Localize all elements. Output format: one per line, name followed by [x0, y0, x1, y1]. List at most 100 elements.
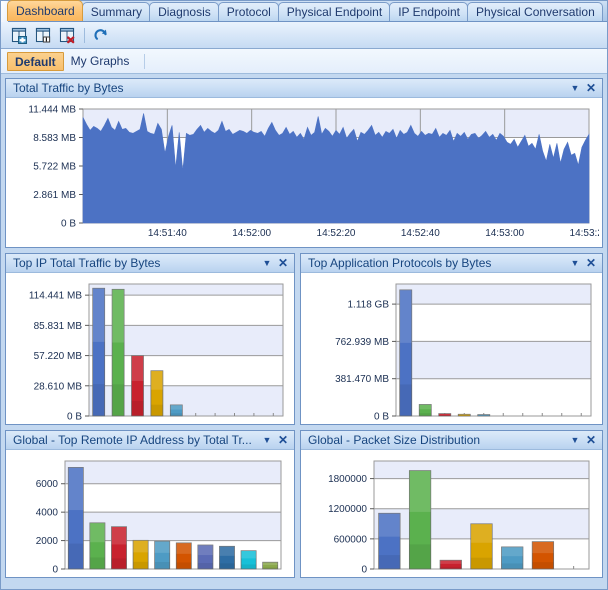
delete-graph-icon [59, 27, 74, 43]
tab-label: Protocol [226, 5, 271, 19]
svg-text:8.583 MB: 8.583 MB [33, 133, 76, 144]
tab-label: Physical Conversation [476, 5, 595, 19]
panel-total-traffic-by-bytes: Total Traffic by Bytes ▼ ✕ 11.444 MB 8.58… [5, 78, 603, 248]
svg-text:0 B: 0 B [374, 412, 389, 423]
subtab-default[interactable]: Default [7, 51, 64, 71]
chevron-down-icon[interactable]: ▼ [568, 256, 582, 270]
panel-title: Top IP Total Traffic by Bytes [13, 256, 161, 270]
svg-text:4000: 4000 [36, 508, 59, 519]
panel-body[interactable]: 11.444 MB 8.583 MB 5.722 MB 2.861 MB 0 B 14:5… [6, 98, 602, 247]
panel-top-application-protocols-by-bytes: Top Application Protocols by Bytes ▼ ✕ 1… [300, 253, 603, 425]
svg-text:1200000: 1200000 [328, 504, 367, 515]
chevron-down-icon[interactable]: ▼ [260, 256, 274, 270]
new-graph-button[interactable] [8, 24, 30, 46]
svg-text:762.939 MB: 762.939 MB [335, 337, 389, 348]
svg-text:114.441 MB: 114.441 MB [29, 291, 83, 302]
dashboard-row-1: Total Traffic by Bytes ▼ ✕ 11.444 MB 8.58… [5, 78, 603, 248]
panel-title: Total Traffic by Bytes [13, 81, 124, 95]
svg-text:6000: 6000 [36, 479, 59, 490]
main-tab-strip: Dashboard Summary Diagnosis Protocol Phy… [1, 0, 607, 22]
subtab-divider [144, 53, 146, 69]
svg-text:381.470 MB: 381.470 MB [335, 374, 389, 385]
dashboard-area: Total Traffic by Bytes ▼ ✕ 11.444 MB 8.58… [1, 74, 607, 589]
svg-text:28.610 MB: 28.610 MB [34, 381, 83, 392]
tab-protocol[interactable]: Protocol [217, 2, 279, 21]
svg-text:14:53:00: 14:53:00 [485, 228, 524, 239]
svg-text:14:52:20: 14:52:20 [317, 228, 356, 239]
panel-title: Global - Top Remote IP Address by Total … [13, 433, 252, 447]
tab-summary[interactable]: Summary [81, 2, 151, 21]
delete-graph-button[interactable] [56, 24, 78, 46]
panel-global-top-remote-ip-address: Global - Top Remote IP Address by Total … [5, 430, 295, 578]
panel-header: Top IP Total Traffic by Bytes ▼ ✕ [6, 254, 294, 273]
svg-text:0 B: 0 B [67, 412, 82, 423]
panel-body[interactable]: 114.441 MB 85.831 MB 57.220 MB 28.610 MB 0 B [6, 273, 294, 424]
chart-top-ip-total-traffic-by-bytes[interactable]: 114.441 MB 85.831 MB 57.220 MB 28.610 MB 0 B [9, 276, 291, 424]
tab-diagnosis[interactable]: Diagnosis [149, 2, 219, 21]
svg-text:57.220 MB: 57.220 MB [34, 351, 83, 362]
chart-global-packet-size-distribution[interactable]: 1800000 1200000 600000 0 [304, 453, 599, 577]
panel-header: Top Application Protocols by Bytes ▼ ✕ [301, 254, 602, 273]
tab-ip-endpoint[interactable]: IP Endpoint [389, 2, 469, 21]
chart-top-application-protocols-by-bytes[interactable]: 1.118 GB 762.939 MB 381.470 MB 0 B [304, 276, 599, 424]
panel-top-ip-total-traffic-by-bytes: Top IP Total Traffic by Bytes ▼ ✕ 114.44… [5, 253, 295, 425]
tab-label: Physical Endpoint [286, 5, 383, 19]
subtab-label: Default [15, 54, 56, 69]
svg-text:1800000: 1800000 [328, 474, 367, 485]
svg-text:0: 0 [361, 565, 367, 576]
graph-set-tabs: Default My Graphs [1, 49, 607, 74]
refresh-icon [93, 28, 107, 40]
close-icon[interactable]: ✕ [276, 433, 290, 447]
svg-text:600000: 600000 [334, 534, 368, 545]
panel-header: Global - Packet Size Distribution ▼ ✕ [301, 431, 602, 450]
tab-label: Dashboard [16, 4, 75, 18]
svg-text:14:52:00: 14:52:00 [232, 228, 271, 239]
svg-text:5.722 MB: 5.722 MB [33, 162, 76, 173]
tab-label: IP Endpoint [398, 5, 461, 19]
tab-label: Diagnosis [158, 5, 211, 19]
tab-label: Summary [90, 5, 143, 19]
new-graph-icon [11, 27, 27, 44]
dashboard-row-3: Global - Top Remote IP Address by Total … [5, 430, 603, 578]
application-window: Dashboard Summary Diagnosis Protocol Phy… [0, 0, 608, 590]
toolbar [1, 22, 607, 49]
svg-text:2.861 MB: 2.861 MB [33, 190, 76, 201]
chevron-down-icon[interactable]: ▼ [260, 433, 274, 447]
svg-text:14:52:40: 14:52:40 [401, 228, 440, 239]
panel-body[interactable]: 6000 4000 2000 0 [6, 450, 294, 577]
svg-text:14:53:20: 14:53:20 [570, 228, 599, 239]
chart-global-top-remote-ip-address[interactable]: 6000 4000 2000 0 [9, 453, 291, 577]
svg-text:14:51:40: 14:51:40 [148, 228, 187, 239]
svg-text:0 B: 0 B [61, 219, 76, 230]
panel-body[interactable]: 1.118 GB 762.939 MB 381.470 MB 0 B [301, 273, 602, 424]
chevron-down-icon[interactable]: ▼ [568, 81, 582, 95]
close-icon[interactable]: ✕ [584, 256, 598, 270]
refresh-button[interactable] [90, 24, 112, 46]
panel-header: Global - Top Remote IP Address by Total … [6, 431, 294, 450]
plus-badge [17, 35, 27, 44]
panel-header: Total Traffic by Bytes ▼ ✕ [6, 79, 602, 98]
close-icon[interactable]: ✕ [276, 256, 290, 270]
tab-physical-endpoint[interactable]: Physical Endpoint [277, 2, 391, 21]
chevron-down-icon[interactable]: ▼ [568, 433, 582, 447]
svg-text:11.444 MB: 11.444 MB [28, 105, 76, 116]
subtab-label: My Graphs [70, 53, 130, 68]
graph-properties-icon [35, 27, 50, 42]
panel-global-packet-size-distribution: Global - Packet Size Distribution ▼ ✕ 18… [300, 430, 603, 578]
panel-title: Top Application Protocols by Bytes [308, 256, 492, 270]
tab-physical-conversation[interactable]: Physical Conversation [467, 2, 603, 21]
toolbar-separator [84, 27, 85, 43]
svg-text:85.831 MB: 85.831 MB [34, 321, 83, 332]
svg-text:1.118 GB: 1.118 GB [347, 300, 389, 311]
panel-title: Global - Packet Size Distribution [308, 433, 481, 447]
close-icon[interactable]: ✕ [584, 433, 598, 447]
subtab-my-graphs[interactable]: My Graphs [64, 52, 137, 71]
chart-total-traffic-by-bytes[interactable]: 11.444 MB 8.583 MB 5.722 MB 2.861 MB 0 B 14:5… [9, 101, 599, 247]
svg-text:2000: 2000 [36, 536, 59, 547]
graph-properties-button[interactable] [32, 24, 54, 46]
tab-dashboard[interactable]: Dashboard [7, 0, 83, 21]
dashboard-row-2: Top IP Total Traffic by Bytes ▼ ✕ 114.44… [5, 253, 603, 425]
panel-body[interactable]: 1800000 1200000 600000 0 [301, 450, 602, 577]
svg-text:0: 0 [52, 565, 58, 576]
close-icon[interactable]: ✕ [584, 81, 598, 95]
